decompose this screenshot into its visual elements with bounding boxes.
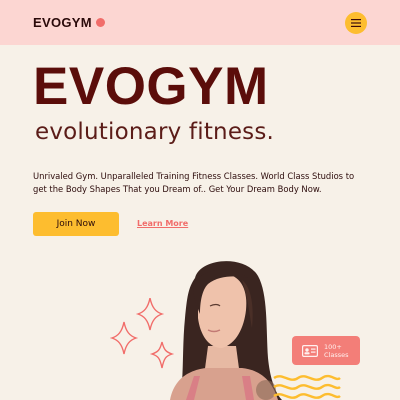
top-navbar: EVOGYM xyxy=(0,0,400,45)
menu-button[interactable] xyxy=(345,11,367,34)
logo-text: EVOGYM xyxy=(33,15,92,30)
hero-description: Unrivaled Gym. Unparalleled Training Fit… xyxy=(33,171,355,194)
join-now-button[interactable]: Join Now xyxy=(33,212,119,236)
hero-subtitle: evolutionary fitness. xyxy=(35,119,275,145)
classes-stat-card: 100+ Classes xyxy=(292,336,360,365)
id-card-icon xyxy=(302,344,318,357)
wave-decoration-icon xyxy=(273,374,341,399)
logo-dot-icon xyxy=(95,18,105,27)
classes-stat-text: 100+ Classes xyxy=(324,343,349,359)
classes-label: Classes xyxy=(324,350,349,359)
learn-more-link[interactable]: Learn More xyxy=(137,219,188,228)
hamburger-menu-icon xyxy=(351,18,361,27)
classes-count: 100+ xyxy=(324,342,342,351)
sparkle-decoration-icon xyxy=(110,298,175,369)
hero-title: EVOGYM xyxy=(33,57,269,116)
logo[interactable]: EVOGYM xyxy=(33,15,105,30)
